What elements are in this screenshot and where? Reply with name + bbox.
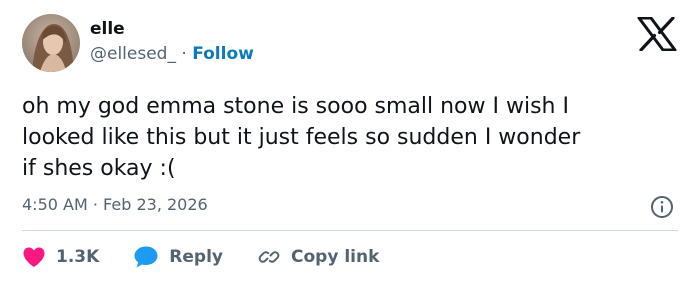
handle-separator: · bbox=[181, 44, 187, 64]
divider bbox=[22, 230, 678, 231]
tweet-text: oh my god emma stone is sooo small now I… bbox=[22, 94, 581, 181]
tweet-card: elle @ellesed_ · Follow oh my god emma s… bbox=[0, 0, 700, 284]
handle-row: @ellesed_ · Follow bbox=[90, 42, 254, 66]
display-name[interactable]: elle bbox=[90, 18, 254, 40]
reply-button[interactable]: Reply bbox=[133, 243, 223, 271]
tweet-meta: 4:50 AM · Feb 23, 2026 bbox=[22, 193, 208, 217]
meta-separator: · bbox=[92, 195, 98, 214]
speech-bubble-icon bbox=[134, 246, 158, 268]
follow-button[interactable]: Follow bbox=[192, 44, 254, 64]
tweet-time[interactable]: 4:50 AM bbox=[22, 195, 88, 214]
avatar[interactable] bbox=[22, 14, 80, 72]
info-icon[interactable] bbox=[650, 195, 674, 219]
user-handle[interactable]: @ellesed_ bbox=[90, 44, 176, 64]
link-icon bbox=[258, 251, 280, 263]
reply-label: Reply bbox=[169, 247, 223, 267]
copy-link-label: Copy link bbox=[291, 247, 380, 267]
user-block: elle @ellesed_ · Follow bbox=[90, 18, 254, 66]
tweet-date[interactable]: Feb 23, 2026 bbox=[103, 195, 208, 214]
like-button[interactable]: 1.3K bbox=[22, 243, 99, 271]
heart-icon bbox=[23, 247, 45, 267]
copy-link-button[interactable]: Copy link bbox=[257, 243, 379, 271]
like-count: 1.3K bbox=[56, 247, 100, 267]
tweet-header: elle @ellesed_ · Follow bbox=[22, 14, 254, 72]
x-logo-icon[interactable] bbox=[637, 16, 677, 52]
action-bar: 1.3K Reply Copy link bbox=[22, 243, 413, 271]
